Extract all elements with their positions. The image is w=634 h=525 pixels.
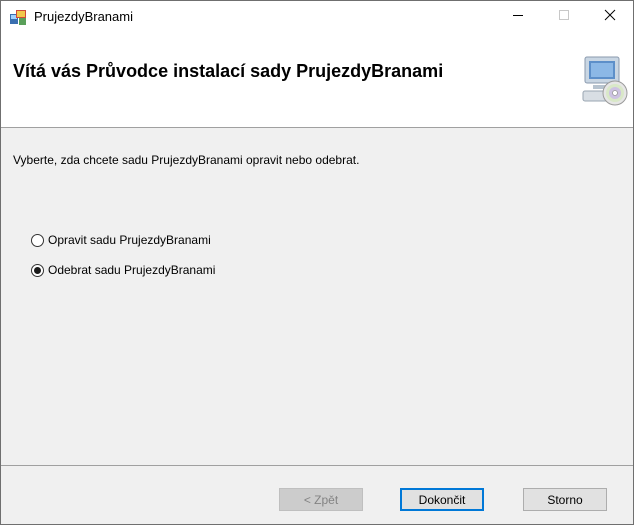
installer-app-icon: [9, 8, 27, 26]
wizard-title: Vítá vás Průvodce instalací sady Prujezd…: [13, 61, 444, 81]
button-bar: < Zpět Dokončit Storno: [1, 465, 633, 524]
maximize-icon: [558, 8, 570, 26]
remove-radio[interactable]: [31, 263, 44, 277]
close-button[interactable]: [587, 1, 633, 33]
maximize-button[interactable]: [541, 1, 587, 33]
remove-option[interactable]: Odebrat sadu PrujezdyBranami: [31, 263, 215, 277]
instruction-text: Vyberte, zda chcete sadu PrujezdyBranami…: [13, 153, 360, 167]
close-icon: [604, 8, 616, 26]
finish-button[interactable]: Dokončit: [400, 488, 484, 511]
title-bar: PrujezdyBranami: [1, 1, 633, 33]
repair-radio[interactable]: [31, 233, 44, 247]
wizard-content: Vyberte, zda chcete sadu PrujezdyBranami…: [1, 128, 633, 464]
minimize-icon: [512, 8, 524, 26]
computer-cd-icon: [581, 53, 629, 109]
repair-option-label: Opravit sadu PrujezdyBranami: [48, 233, 211, 247]
cancel-button[interactable]: Storno: [523, 488, 607, 511]
repair-option[interactable]: Opravit sadu PrujezdyBranami: [31, 233, 211, 247]
minimize-button[interactable]: [495, 1, 541, 33]
installer-window: PrujezdyBranami Vítá vás Průvodce instal…: [0, 0, 634, 525]
back-button[interactable]: < Zpět: [279, 488, 363, 511]
remove-option-label: Odebrat sadu PrujezdyBranami: [48, 263, 216, 277]
window-title: PrujezdyBranami: [34, 9, 133, 24]
wizard-header: Vítá vás Průvodce instalací sady Prujezd…: [1, 33, 633, 128]
